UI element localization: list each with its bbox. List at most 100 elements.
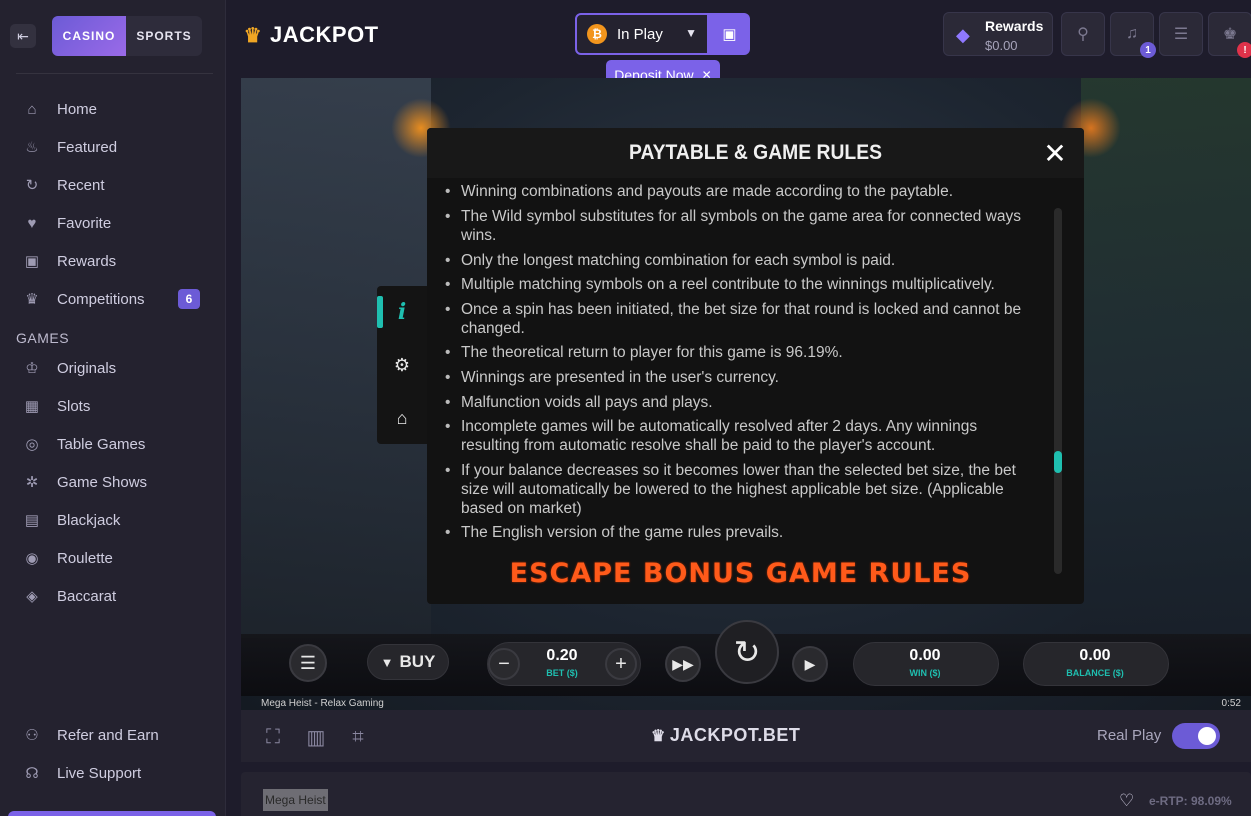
crown-icon: ♔ [25, 360, 39, 377]
sidebar-item-home[interactable]: ⌂ Home [22, 97, 97, 121]
sidebar-item-label: Blackjack [57, 511, 121, 529]
crop-icon[interactable]: ⌗ [345, 724, 371, 750]
search-button[interactable]: ⚲ [1061, 12, 1105, 56]
cart-icon: ▼ [380, 654, 394, 670]
user-crown-icon: ♚ [1222, 26, 1238, 43]
fullscreen-icon[interactable]: ⛶ [260, 724, 286, 750]
game-controls: ☰ ▼ BUY − 0.20 BET ($) + ▶▶ ↻ ▶ 0.00 WIN… [241, 620, 1251, 696]
gift-icon: ▣ [24, 253, 40, 270]
toolbar-logo-text: JACKPOT.BET [669, 725, 801, 745]
real-play-toggle[interactable] [1172, 723, 1220, 749]
balance-selector-label: In Play [617, 25, 663, 43]
buy-button[interactable]: ▼ BUY [367, 644, 449, 680]
rule-item: The English version of the game rules pr… [441, 523, 1031, 542]
heart-icon[interactable]: ♡ [1119, 791, 1134, 811]
casino-tab[interactable]: CASINO [52, 16, 126, 56]
gear-icon[interactable]: ⚙ [377, 350, 427, 380]
sidebar-item-label: Originals [57, 359, 117, 377]
balance-label: BALANCE ($) [1066, 668, 1124, 678]
spin-button[interactable]: ↻ [715, 620, 779, 684]
buy-label: BUY [399, 652, 436, 671]
bet-increase-button[interactable]: + [605, 648, 637, 680]
app-root: ⇤ CASINO SPORTS ⌂ Home ♨ Featured ↻ Rece… [0, 0, 1251, 816]
modal-title: PAYTABLE & GAME RULES [629, 141, 882, 164]
baccarat-icon: ◈ [26, 588, 38, 605]
sidebar-item-game-shows[interactable]: ✲ Game Shows [22, 470, 147, 494]
sidebar-item-recent[interactable]: ↻ Recent [22, 173, 105, 197]
win-label: WIN ($) [909, 668, 941, 678]
fast-forward-icon: ▶▶ [672, 655, 694, 672]
sidebar-item-roulette[interactable]: ◉ Roulette [22, 546, 113, 570]
wallet-icon: ▣ [722, 26, 737, 43]
paytable-modal: PAYTABLE & GAME RULES ✕ Winning combinat… [427, 128, 1084, 604]
wallet-button[interactable]: ▣ [709, 13, 750, 55]
modal-scrollbar[interactable] [1054, 208, 1062, 574]
sidebar: ⇤ CASINO SPORTS ⌂ Home ♨ Featured ↻ Rece… [0, 0, 226, 816]
sidebar-item-competitions[interactable]: ♛ Competitions [22, 287, 145, 311]
sidebar-item-originals[interactable]: ♔ Originals [22, 356, 116, 380]
turbo-button[interactable]: ▶▶ [665, 646, 701, 682]
toggle-knob [1198, 727, 1216, 745]
home-icon[interactable]: ⌂ [377, 403, 427, 433]
rewards-button[interactable]: ◆ Rewards $0.00 [943, 12, 1053, 56]
bitcoin-icon: ₿ [587, 24, 607, 44]
sidebar-item-label: Recent [57, 176, 105, 194]
sidebar-bottom-button[interactable] [8, 811, 216, 816]
roulette-icon: ◉ [25, 550, 39, 567]
game-frame[interactable]: i ⚙ ⌂ PAYTABLE & GAME RULES ✕ Winning co… [241, 78, 1251, 710]
stats-icon[interactable]: ▥ [303, 724, 329, 750]
menu-button[interactable]: ☰ [289, 644, 327, 682]
search-icon: ⚲ [1077, 26, 1089, 43]
sidebar-item-label: Roulette [57, 549, 113, 567]
sidebar-item-refer-and-earn[interactable]: ⚇ Refer and Earn [22, 723, 158, 747]
sidebar-item-blackjack[interactable]: ▤ Blackjack [22, 508, 120, 532]
bonus-rules-heading: ESCAPE BONUS GAME RULES [509, 558, 972, 589]
sidebar-item-label: Competitions [57, 290, 145, 308]
rule-item: If your balance decreases so it becomes … [441, 461, 1031, 518]
minus-icon: − [498, 652, 510, 675]
sidebar-item-label: Slots [57, 397, 91, 415]
game-caption: Mega Heist - Relax Gaming [261, 698, 384, 709]
ertp-value: e-RTP: 98.09% [1149, 794, 1232, 808]
chat-button[interactable]: ☰ [1159, 12, 1203, 56]
bet-decrease-button[interactable]: − [488, 648, 520, 680]
info-icon[interactable]: i [377, 297, 427, 327]
modal-header: PAYTABLE & GAME RULES ✕ [427, 128, 1084, 178]
money-bag-icon: ♛ [651, 727, 666, 745]
rule-item: The theoretical return to player for thi… [441, 343, 1031, 362]
cards-icon: ▤ [24, 512, 40, 529]
bell-icon: ♫ [1126, 25, 1138, 42]
collapse-sidebar-icon[interactable]: ⇤ [10, 24, 36, 48]
sidebar-item-slots[interactable]: ▦ Slots [22, 394, 90, 418]
heart-icon: ♥ [27, 214, 37, 232]
trophy-icon: ♛ [25, 291, 39, 308]
sports-tab[interactable]: SPORTS [126, 16, 202, 56]
sidebar-item-favorite[interactable]: ♥ Favorite [22, 211, 112, 235]
competitions-count-badge: 6 [178, 289, 200, 309]
sidebar-item-featured[interactable]: ♨ Featured [22, 135, 117, 159]
sidebar-item-label: Live Support [57, 764, 142, 782]
hamburger-icon: ☰ [299, 652, 317, 673]
sidebar-item-table-games[interactable]: ◎ Table Games [22, 432, 145, 456]
balance-selector[interactable]: ₿ In Play ▼ [575, 13, 709, 55]
refer-icon: ⚇ [25, 727, 39, 744]
bet-label: BET ($) [546, 668, 578, 678]
games-heading: GAMES [16, 330, 70, 346]
rule-item: Winnings are presented in the user's cur… [441, 368, 1031, 387]
game-toolbar: ⛶ ▥ ⌗ ♛ JACKPOT.BET Real Play [241, 710, 1251, 762]
game-clock: 0:52 [1221, 698, 1241, 709]
sidebar-divider [16, 73, 213, 74]
rules-side-menu: i ⚙ ⌂ [377, 286, 427, 444]
sidebar-item-rewards[interactable]: ▣ Rewards [22, 249, 116, 273]
site-logo[interactable]: ♛ JACKPOT [242, 22, 379, 48]
logo-text: JACKPOT [270, 22, 379, 47]
diamond-icon: ◆ [956, 25, 970, 45]
close-icon[interactable]: ✕ [1040, 138, 1070, 169]
sidebar-item-baccarat[interactable]: ◈ Baccarat [22, 584, 116, 608]
sidebar-item-label: Home [57, 100, 98, 118]
rule-item: Multiple matching symbols on a reel cont… [441, 275, 1031, 294]
bet-value: 0.20 [546, 647, 578, 664]
sidebar-item-live-support[interactable]: ☊ Live Support [22, 761, 141, 785]
modal-scrollbar-thumb[interactable] [1054, 451, 1062, 473]
autoplay-button[interactable]: ▶ [792, 646, 828, 682]
